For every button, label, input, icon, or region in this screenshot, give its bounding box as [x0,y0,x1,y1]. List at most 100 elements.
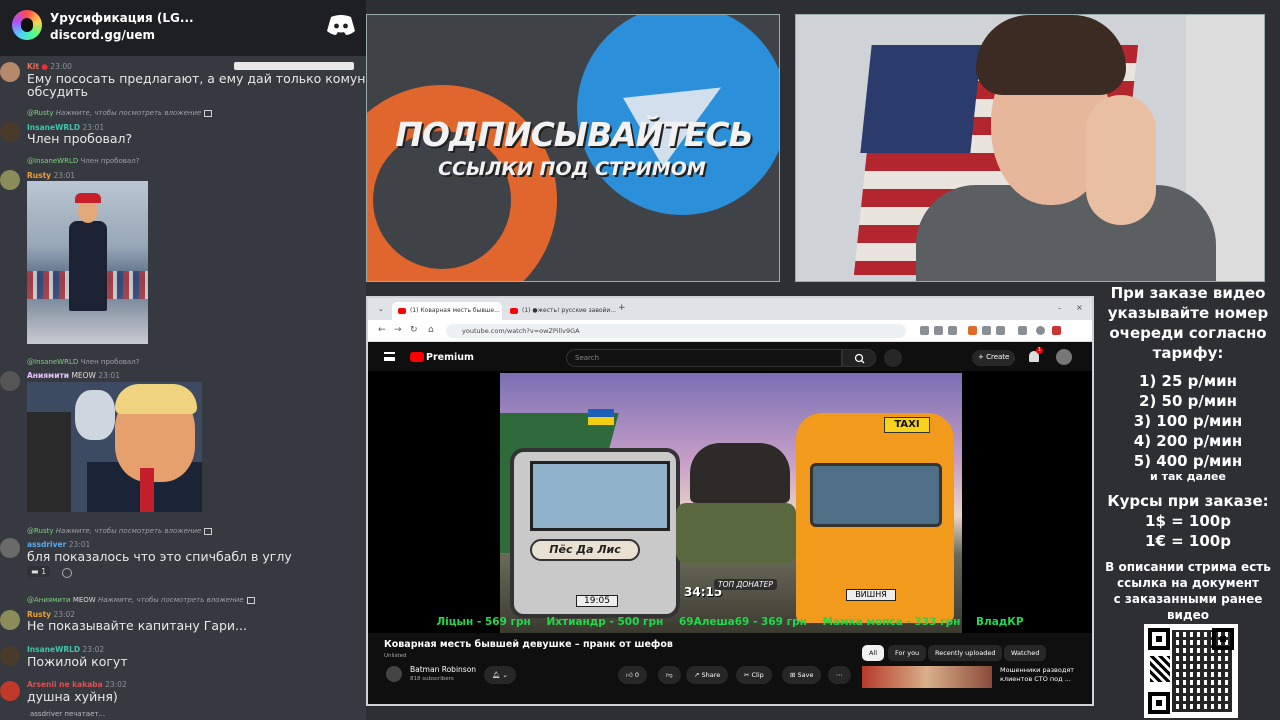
recommended-video-title[interactable]: Мошенники разводят клиентов СТО под ... [1000,666,1090,684]
tab-list-icon[interactable]: ⌄ [378,305,384,313]
recommended-video-thumbnail[interactable] [862,666,992,688]
message-text: Не показывайте капитану Гари... [27,618,247,633]
rate-line: 1€ = 100р [1145,532,1231,550]
minimize-button[interactable]: – [1058,304,1062,312]
clip-button[interactable]: ✂ Clip [736,666,772,684]
avatar [0,538,20,558]
server-invite-link[interactable]: discord.gg/uem [50,28,155,42]
bookmark-icon[interactable] [948,326,957,335]
create-button[interactable]: + Create [972,350,1016,366]
youtube-favicon-icon [398,308,406,314]
browser-tab[interactable]: (1) ●жесть! русские завойи... [504,302,616,320]
extension-icon[interactable] [968,326,977,335]
avatar [0,62,20,82]
chip-recently-uploaded[interactable]: Recently uploaded [928,645,1003,661]
forward-icon[interactable]: → [394,325,402,335]
zoom-icon[interactable] [920,326,929,335]
tariff-line: 4) 200 р/мин [1133,432,1243,450]
image-attachment[interactable] [27,181,148,344]
youtube-logo-icon[interactable] [410,352,424,362]
channel-name[interactable]: Batman Robinson [410,665,476,674]
back-icon[interactable]: ← [378,325,386,335]
reload-icon[interactable]: ↻ [410,325,418,335]
license-plate: ВИШНЯ [846,589,896,601]
qr-code[interactable] [1144,624,1238,718]
info-line: видео [1166,608,1210,622]
username[interactable]: assdriver [27,540,66,549]
embed-bar [234,62,354,70]
message-text: душна хуйня) [27,689,118,704]
close-window-button[interactable]: × [1076,303,1083,312]
dislike-button[interactable]: 👎︎ [658,666,681,684]
green-car [676,503,796,563]
message-text: бля показалось что это спичбабл в углу [27,549,292,564]
url-input[interactable]: youtube.com/watch?v=owZPillv9GA [446,324,906,338]
save-button[interactable]: ⊞ Save [782,666,822,684]
username[interactable]: Аниямити [27,371,69,380]
timestamp: 23:01 [68,540,91,549]
image-attachment[interactable] [27,382,202,512]
profile-icon[interactable] [1036,326,1045,335]
reply-preview[interactable]: @Rusty Нажмите, чтобы посмотреть вложени… [27,109,213,117]
cast-icon[interactable] [934,326,943,335]
video-player[interactable]: TAXI Пёс Да Лис 19:05 ВИШНЯ 34:15 ТОП ДО… [368,371,1092,633]
top-donator-label: ТОП ДОНАТЕР [714,579,777,590]
reply-preview[interactable]: @InsaneWRLD Член пробовал? [27,157,139,165]
new-tab-button[interactable]: + [618,303,626,313]
info-line: указывайте номер [1107,304,1269,322]
search-button[interactable] [842,349,876,367]
role-tag: MEOW [71,371,96,380]
home-icon[interactable]: ⌂ [428,325,434,335]
chip-watched[interactable]: Watched [1004,645,1047,661]
info-line: и так далее [1150,470,1226,483]
subscribe-bell-button[interactable]: 🔔︎ ⌄ [484,666,516,684]
username[interactable]: Rusty [27,171,51,180]
reply-preview[interactable]: @InsaneWRLD Член пробовал? [27,358,139,366]
avatar [0,646,20,666]
extension-icon[interactable] [982,326,991,335]
menu-icon[interactable] [1052,326,1061,335]
donor-entry: ВладКР [976,616,1024,628]
rate-line: 1$ = 100р [1145,512,1231,530]
info-line: При заказе видео [1110,284,1266,302]
sidebar-icon[interactable] [1018,326,1027,335]
tariff-line: 5) 400 р/мин [1133,452,1243,470]
username[interactable]: InsaneWRLD [27,645,80,654]
info-line: Курсы при заказе: [1107,492,1269,510]
user-avatar[interactable] [1056,349,1072,365]
video-frame: TAXI Пёс Да Лис 19:05 ВИШНЯ 34:15 ТОП ДО… [500,373,962,633]
youtube-premium-logo[interactable]: Premium [426,352,474,363]
image-attachment-icon [204,109,213,117]
chip-for-you[interactable]: For you [888,645,927,661]
reply-preview[interactable]: @Аниямити MEOW Нажмите, чтобы посмотреть… [27,596,255,604]
info-line: с заказанными ранее [1113,592,1263,606]
chip-all[interactable]: All [862,645,885,661]
browser-window: ⌄ (1) Коварная месть бывше... (1) ●жесть… [366,296,1094,706]
channel-avatar[interactable] [386,666,402,682]
server-icon [12,10,42,40]
message-meta: InsaneWRLD 23:02 [27,645,104,654]
video-title: Коварная месть бывшей девушке – пранк от… [384,639,673,650]
avatar [0,122,20,142]
add-reaction-icon[interactable] [62,568,72,578]
extension-icon[interactable] [996,326,1005,335]
like-button[interactable]: 👍︎ 0 [618,666,647,684]
reply-preview[interactable]: @Rusty Нажмите, чтобы посмотреть вложени… [27,527,213,535]
more-actions-button[interactable]: ⋯ [828,666,851,684]
image-attachment-icon [246,596,255,604]
reaction-badge[interactable]: ▬ 1 [27,566,51,577]
image-attachment-icon [204,527,213,535]
username[interactable]: Kit [27,62,39,71]
share-button[interactable]: ↗ Share [686,666,729,684]
video-info: Коварная месть бывшей девушке – пранк от… [368,633,1092,704]
tariff-line: 3) 100 р/мин [1133,412,1243,430]
microphone-icon[interactable] [884,349,902,367]
browser-tab-active[interactable]: (1) Коварная месть бывше... [392,302,502,320]
search-input[interactable]: Search [566,349,842,367]
username[interactable]: Arsenii ne kakaba [27,680,103,689]
youtube-header: Premium Search + Create 1 [368,343,1092,371]
donor-entry: Ихтиандр - 500 грн [546,616,664,628]
info-line: ссылка на документ [1117,576,1259,590]
discord-chat-panel: Урусификация (LG... discord.gg/uem Kit ●… [0,0,366,720]
hamburger-menu-icon[interactable] [384,352,395,361]
